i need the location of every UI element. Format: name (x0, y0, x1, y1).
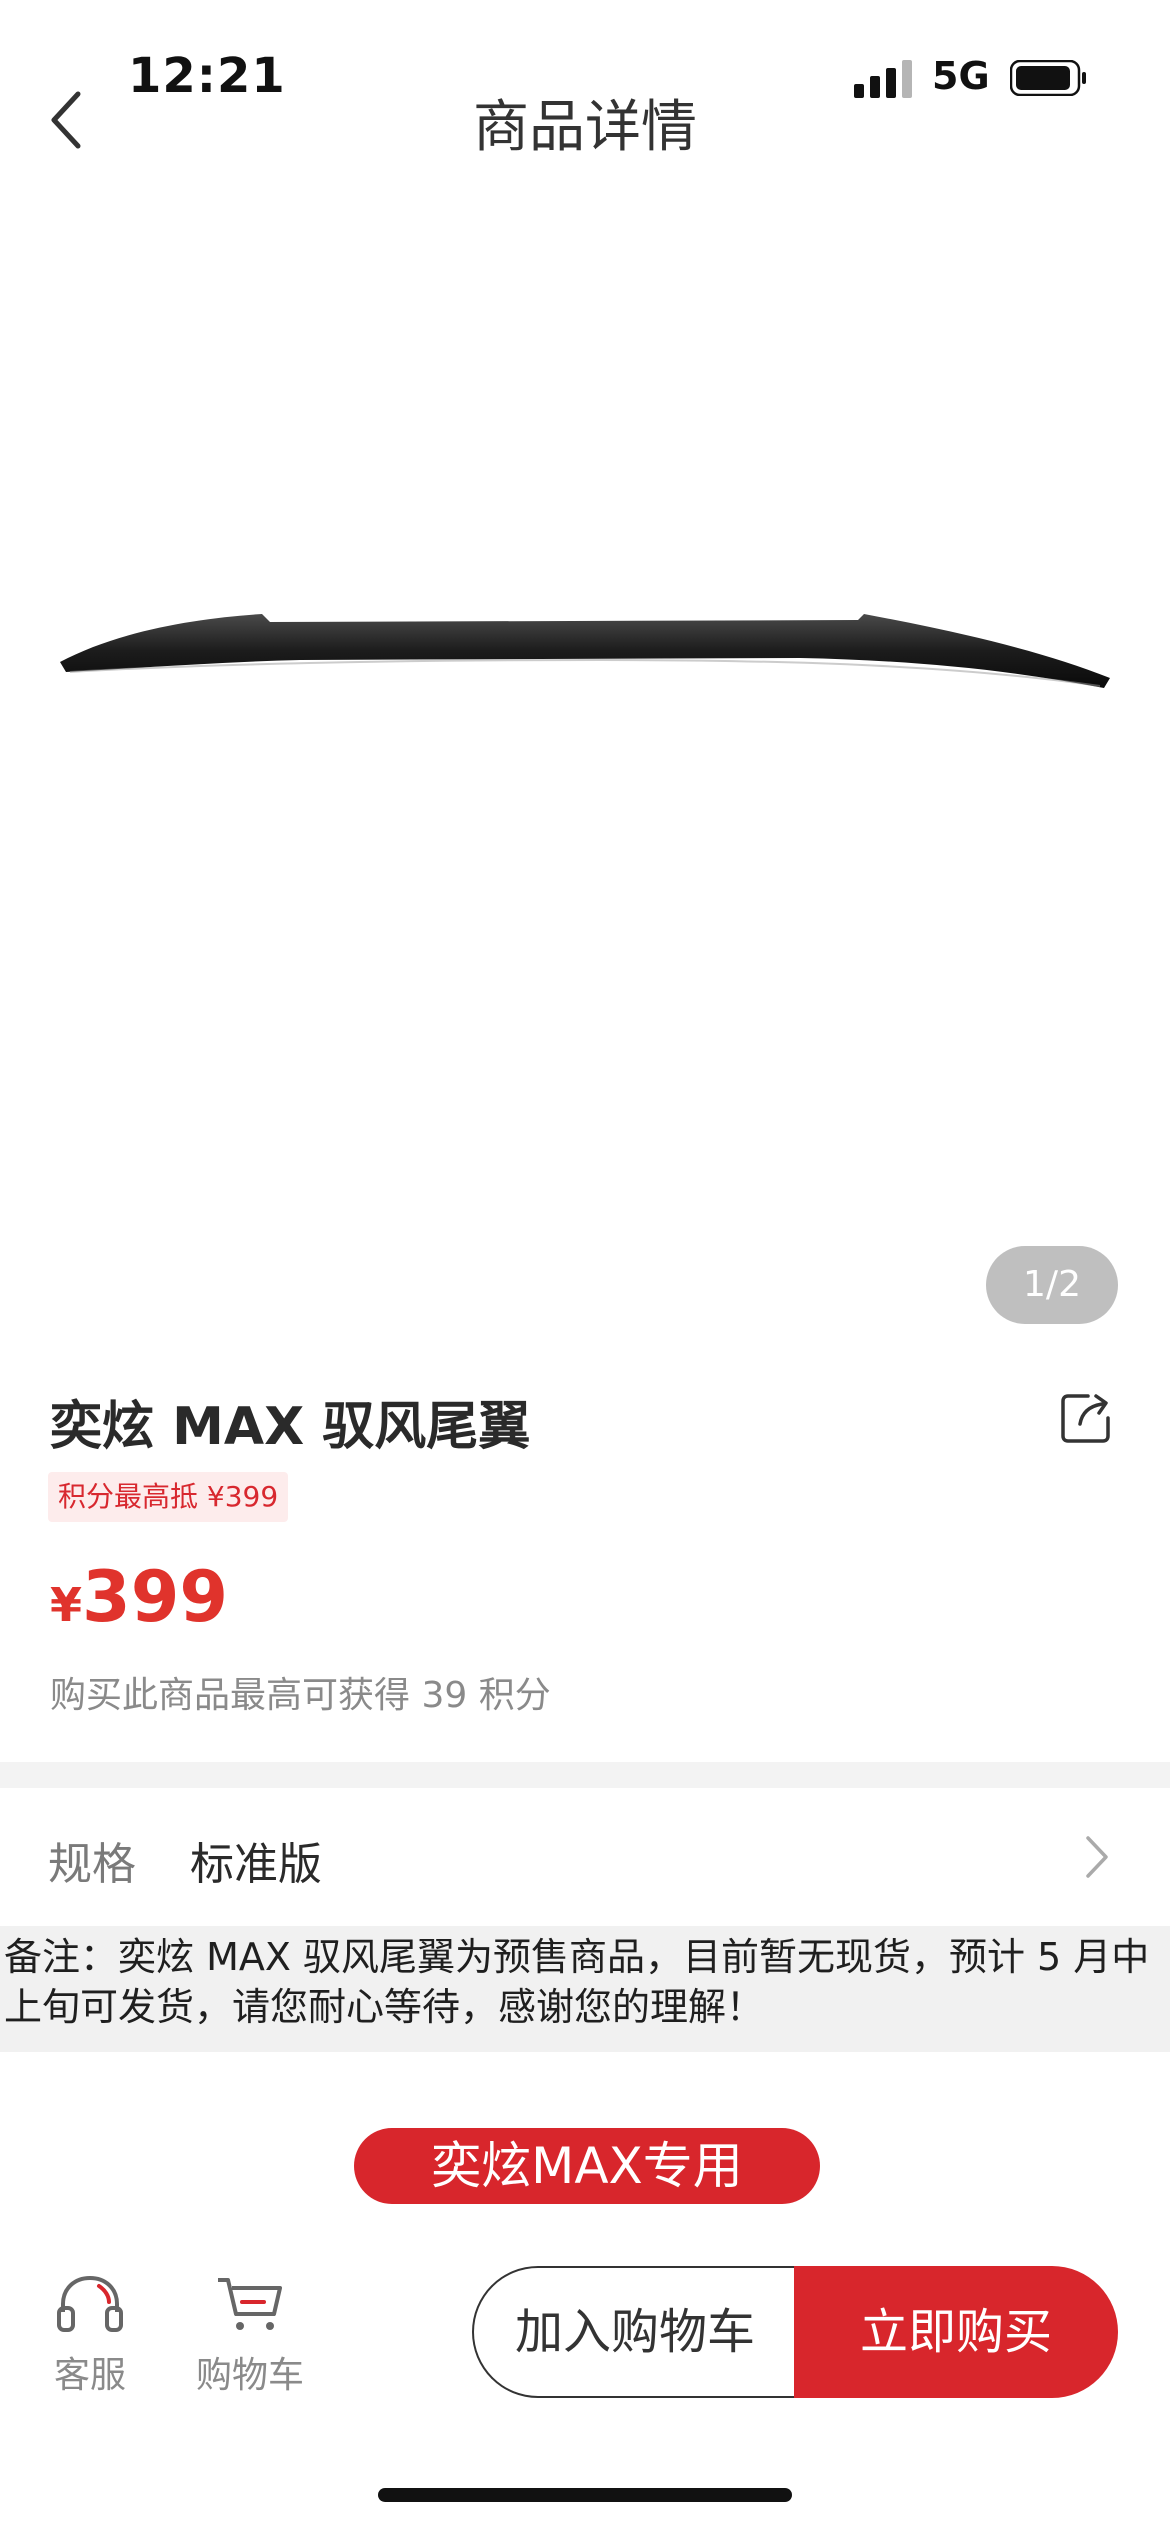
spec-selector-row[interactable]: 规格 标准版 (0, 1788, 1170, 1926)
points-earn-text: 购买此商品最高可获得 39 积分 (50, 1675, 551, 1716)
customer-service-label: 客服 (53, 2355, 126, 2396)
chevron-right-icon (1086, 1836, 1108, 1878)
customer-service-button[interactable]: 客服 (40, 2272, 140, 2398)
page-title: 商品详情 (473, 95, 697, 160)
cart-label: 购物车 (195, 2355, 304, 2396)
product-title: 奕炫 MAX 驭风尾翼 (50, 1397, 531, 1457)
spoiler-image (60, 614, 1110, 688)
cart-button[interactable]: 购物车 (186, 2272, 314, 2398)
spec-label: 规格 (48, 1839, 136, 1890)
headset-icon (57, 2275, 123, 2332)
spec-value: 标准版 (190, 1839, 322, 1890)
price: ¥399 (50, 1556, 228, 1638)
price-value: 399 (82, 1556, 229, 1638)
cart-icon (218, 2278, 282, 2330)
product-image[interactable] (0, 190, 1170, 1310)
buy-now-button[interactable]: 立即购买 (794, 2266, 1118, 2398)
points-badge: 积分最高抵 ¥399 (48, 1472, 289, 1522)
home-indicator (378, 2488, 792, 2502)
bottom-action-bar: 客服 购物车 加入购物车 立即购买 (0, 2238, 1170, 2532)
price-currency: ¥ (50, 1578, 83, 1632)
detail-banner: 奕炫MAX专用 (354, 2128, 820, 2204)
image-counter: 1/2 (986, 1246, 1118, 1324)
presale-note: 备注：奕炫 MAX 驭风尾翼为预售商品，目前暂无现货，预计 5 月中上旬可发货，… (0, 1926, 1170, 2052)
add-to-cart-button[interactable]: 加入购物车 (472, 2266, 796, 2398)
section-divider (0, 1762, 1170, 1788)
share-icon[interactable] (1058, 1390, 1114, 1446)
